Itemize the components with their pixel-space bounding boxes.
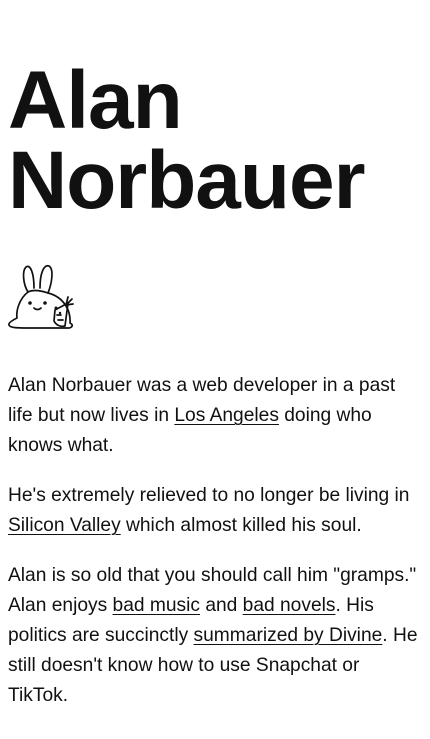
bio-paragraph: Alan Norbauer was a web developer in a p… — [8, 371, 422, 461]
silicon-valley-link[interactable]: Silicon Valley — [8, 515, 121, 536]
title-first-name: Alan — [8, 55, 183, 146]
title-last-name: Norbauer — [8, 135, 366, 226]
los-angeles-link[interactable]: Los Angeles — [174, 405, 279, 426]
bio-paragraph: Alan is so old that you should call him … — [8, 561, 422, 711]
bad-novels-link[interactable]: bad novels — [243, 595, 336, 616]
page-title: Alan Norbauer — [8, 55, 422, 226]
page: Alan Norbauer Alan Norbauer was a web de… — [0, 55, 430, 711]
bunny-with-carrot-icon — [8, 264, 74, 329]
bio-text: He's extremely relieved to no longer be … — [8, 485, 410, 506]
divine-link[interactable]: summarized by Divine — [194, 625, 383, 646]
bad-music-link[interactable]: bad music — [113, 595, 200, 616]
bio: Alan Norbauer was a web developer in a p… — [8, 371, 422, 711]
bio-paragraph: He's extremely relieved to no longer be … — [8, 481, 422, 541]
bio-text: and — [199, 595, 243, 616]
bio-text: which almost killed his soul. — [120, 515, 362, 536]
